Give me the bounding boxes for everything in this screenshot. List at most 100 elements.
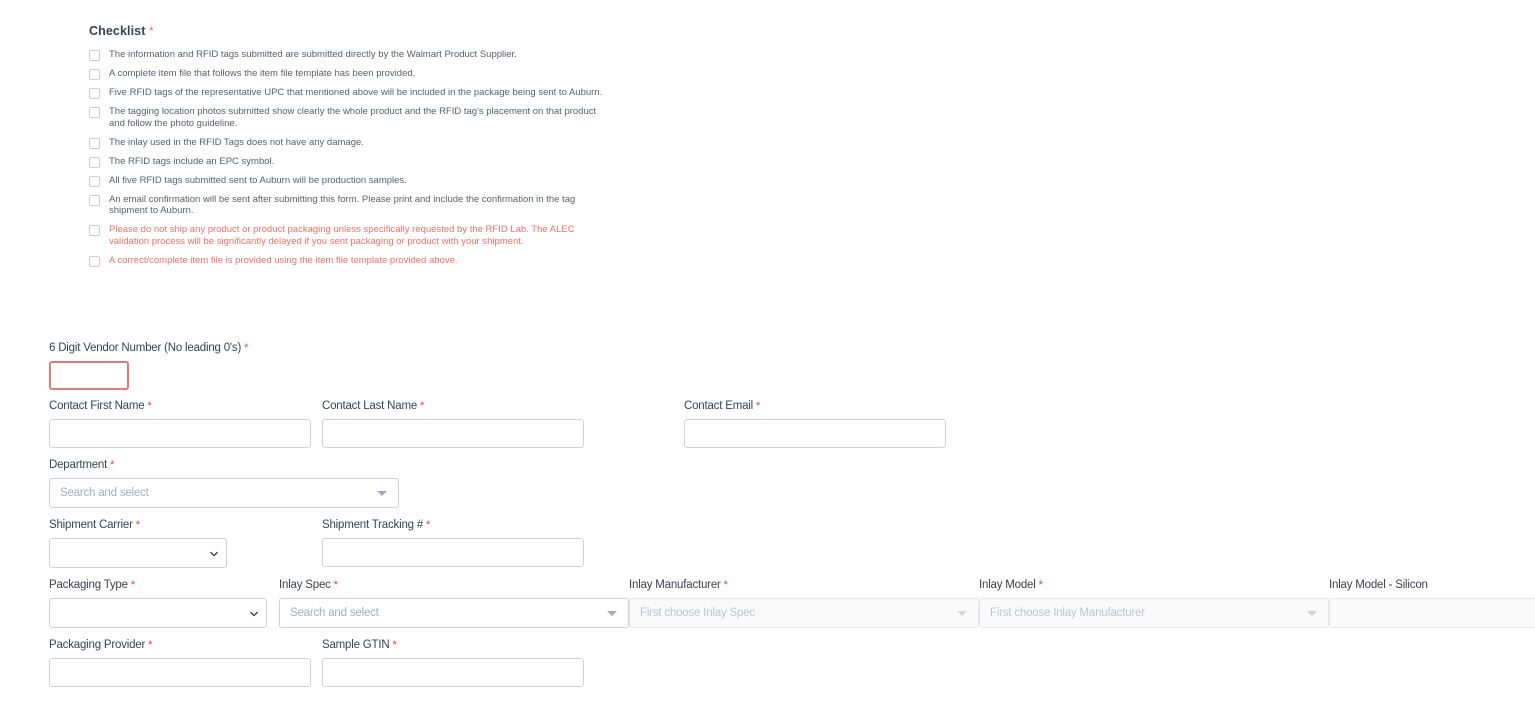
inlay-spec-label: Inlay Spec * [279,579,629,592]
checkbox-icon[interactable] [89,88,100,99]
checklist-section: Checklist * The information and RFID tag… [89,24,629,274]
contact-email-input[interactable] [684,419,946,448]
required-asterisk: * [244,342,249,354]
checklist-item[interactable]: The tagging location photos submitted sh… [89,106,629,130]
rfid-submission-form-page: Checklist * The information and RFID tag… [0,0,1535,728]
checkbox-icon[interactable] [89,225,100,237]
checklist-item[interactable]: A complete item file that follows the it… [89,68,629,80]
packaging-row: Packaging Provider * Sample GTIN * [49,639,1529,687]
required-asterisk: * [135,519,140,531]
required-asterisk: * [723,579,728,591]
packaging-provider-input[interactable] [49,658,311,687]
sample-gtin-input[interactable] [322,658,584,687]
required-asterisk: * [130,579,135,591]
checklist-item-label: The inlay used in the RFID Tags does not… [109,136,364,148]
packaging-provider-field: Packaging Provider * [49,639,322,687]
packaging-provider-label-text: Packaging Provider [49,639,146,651]
contact-row: Contact First Name * Contact Last Name *… [49,400,1529,448]
inlay-manufacturer-field: Inlay Manufacturer * First choose Inlay … [629,579,979,628]
inlay-manufacturer-search-select: First choose Inlay Spec [629,598,979,628]
required-asterisk: * [420,400,425,412]
contact-email-field: Contact Email * [684,400,946,448]
inlay-model-silicon-search-select [1329,598,1535,628]
sample-gtin-label-text: Sample GTIN [322,639,390,651]
contact-first-name-label: Contact First Name * [49,400,322,413]
chevron-down-icon [607,611,617,616]
inlay-model-silicon-label-text: Inlay Model - Silicon [1329,579,1428,591]
packaging-type-select-wrap [49,598,267,628]
contact-email-label: Contact Email * [684,400,946,413]
submission-form: 6 Digit Vendor Number (No leading 0's) *… [49,342,1535,687]
checklist-item-warning[interactable]: A correct/complete item file is provided… [89,255,629,267]
sample-gtin-field: Sample GTIN * [322,639,584,687]
checkbox-icon[interactable] [89,50,100,61]
checklist-item-label: The RFID tags include an EPC symbol. [109,155,275,167]
contact-first-name-input[interactable] [49,419,311,448]
checkbox-icon[interactable] [89,175,100,187]
inlay-manufacturer-placeholder: First choose Inlay Spec [640,607,755,619]
required-asterisk: * [392,639,397,651]
shipment-tracking-field: Shipment Tracking # * [322,519,584,567]
checkbox-icon[interactable] [89,137,100,149]
shipment-carrier-label: Shipment Carrier * [49,519,322,532]
department-search-select[interactable]: Search and select [49,478,399,508]
checklist-item-label: The information and RFID tags submitted … [109,49,517,60]
shipment-carrier-field: Shipment Carrier * [49,519,322,568]
required-asterisk: * [1038,579,1043,591]
packaging-type-field: Packaging Type * [49,579,279,628]
checkbox-icon[interactable] [89,107,100,118]
department-placeholder: Search and select [60,487,149,499]
shipment-carrier-select-wrap [49,538,227,568]
checklist-item[interactable]: The inlay used in the RFID Tags does not… [89,137,629,149]
checklist-item-label: A complete item file that follows the it… [109,68,416,79]
checkbox-icon[interactable] [89,156,100,168]
inlay-model-silicon-label: Inlay Model - Silicon [1329,579,1529,592]
required-asterisk: * [110,459,115,471]
inlay-row: Packaging Type * Inlay Spec * Search and… [49,579,1535,628]
checklist-item[interactable]: An email confirmation will be sent after… [89,194,629,218]
sample-gtin-label: Sample GTIN * [322,639,584,652]
checkbox-icon[interactable] [89,255,100,267]
checklist-item-warning[interactable]: Please do not ship any product or produc… [89,224,629,248]
contact-first-name-label-text: Contact First Name [49,400,145,412]
checklist-item[interactable]: All five RFID tags submitted sent to Aub… [89,175,629,187]
inlay-model-silicon-field: Inlay Model - Silicon [1329,579,1535,628]
checklist-heading: Checklist * [89,24,629,38]
department-label-text: Department [49,459,108,471]
checklist-required-asterisk: * [149,24,154,38]
inlay-model-placeholder: First choose Inlay Manufacturer [990,607,1145,619]
shipment-tracking-input[interactable] [322,538,584,567]
vendor-number-field: 6 Digit Vendor Number (No leading 0's) * [49,342,248,390]
required-asterisk: * [147,400,152,412]
required-asterisk: * [333,579,338,591]
checkbox-icon[interactable] [89,194,100,206]
inlay-spec-field: Inlay Spec * Search and select [279,579,629,628]
shipment-carrier-label-text: Shipment Carrier [49,519,133,531]
contact-last-name-field: Contact Last Name * [322,400,684,448]
packaging-provider-label: Packaging Provider * [49,639,322,652]
checklist-item[interactable]: Five RFID tags of the representative UPC… [89,87,629,99]
required-asterisk: * [426,519,431,531]
department-field: Department * Search and select [49,459,399,508]
inlay-model-label: Inlay Model * [979,579,1329,592]
checklist-item[interactable]: The information and RFID tags submitted … [89,49,629,61]
checklist-item[interactable]: The RFID tags include an EPC symbol. [89,156,629,168]
chevron-down-icon [1307,611,1317,616]
department-row: Department * Search and select [49,459,1529,508]
packaging-type-select[interactable] [49,598,267,628]
vendor-number-input[interactable] [49,361,129,390]
inlay-spec-search-select[interactable]: Search and select [279,598,629,628]
inlay-model-field: Inlay Model * First choose Inlay Manufac… [979,579,1329,628]
vendor-number-label-text: 6 Digit Vendor Number (No leading 0's) [49,342,242,354]
checklist-item-label: Please do not ship any product or produc… [109,224,575,247]
contact-email-label-text: Contact Email [684,400,753,412]
contact-last-name-label-text: Contact Last Name [322,400,418,412]
chevron-down-icon [957,611,967,616]
packaging-type-label: Packaging Type * [49,579,279,592]
shipment-carrier-select[interactable] [49,538,227,568]
contact-last-name-input[interactable] [322,419,584,448]
shipment-row: Shipment Carrier * Shipment Tracking # * [49,519,1529,568]
checklist-item-label: A correct/complete item file is provided… [109,254,458,266]
inlay-spec-placeholder: Search and select [290,607,379,619]
checkbox-icon[interactable] [89,69,100,80]
